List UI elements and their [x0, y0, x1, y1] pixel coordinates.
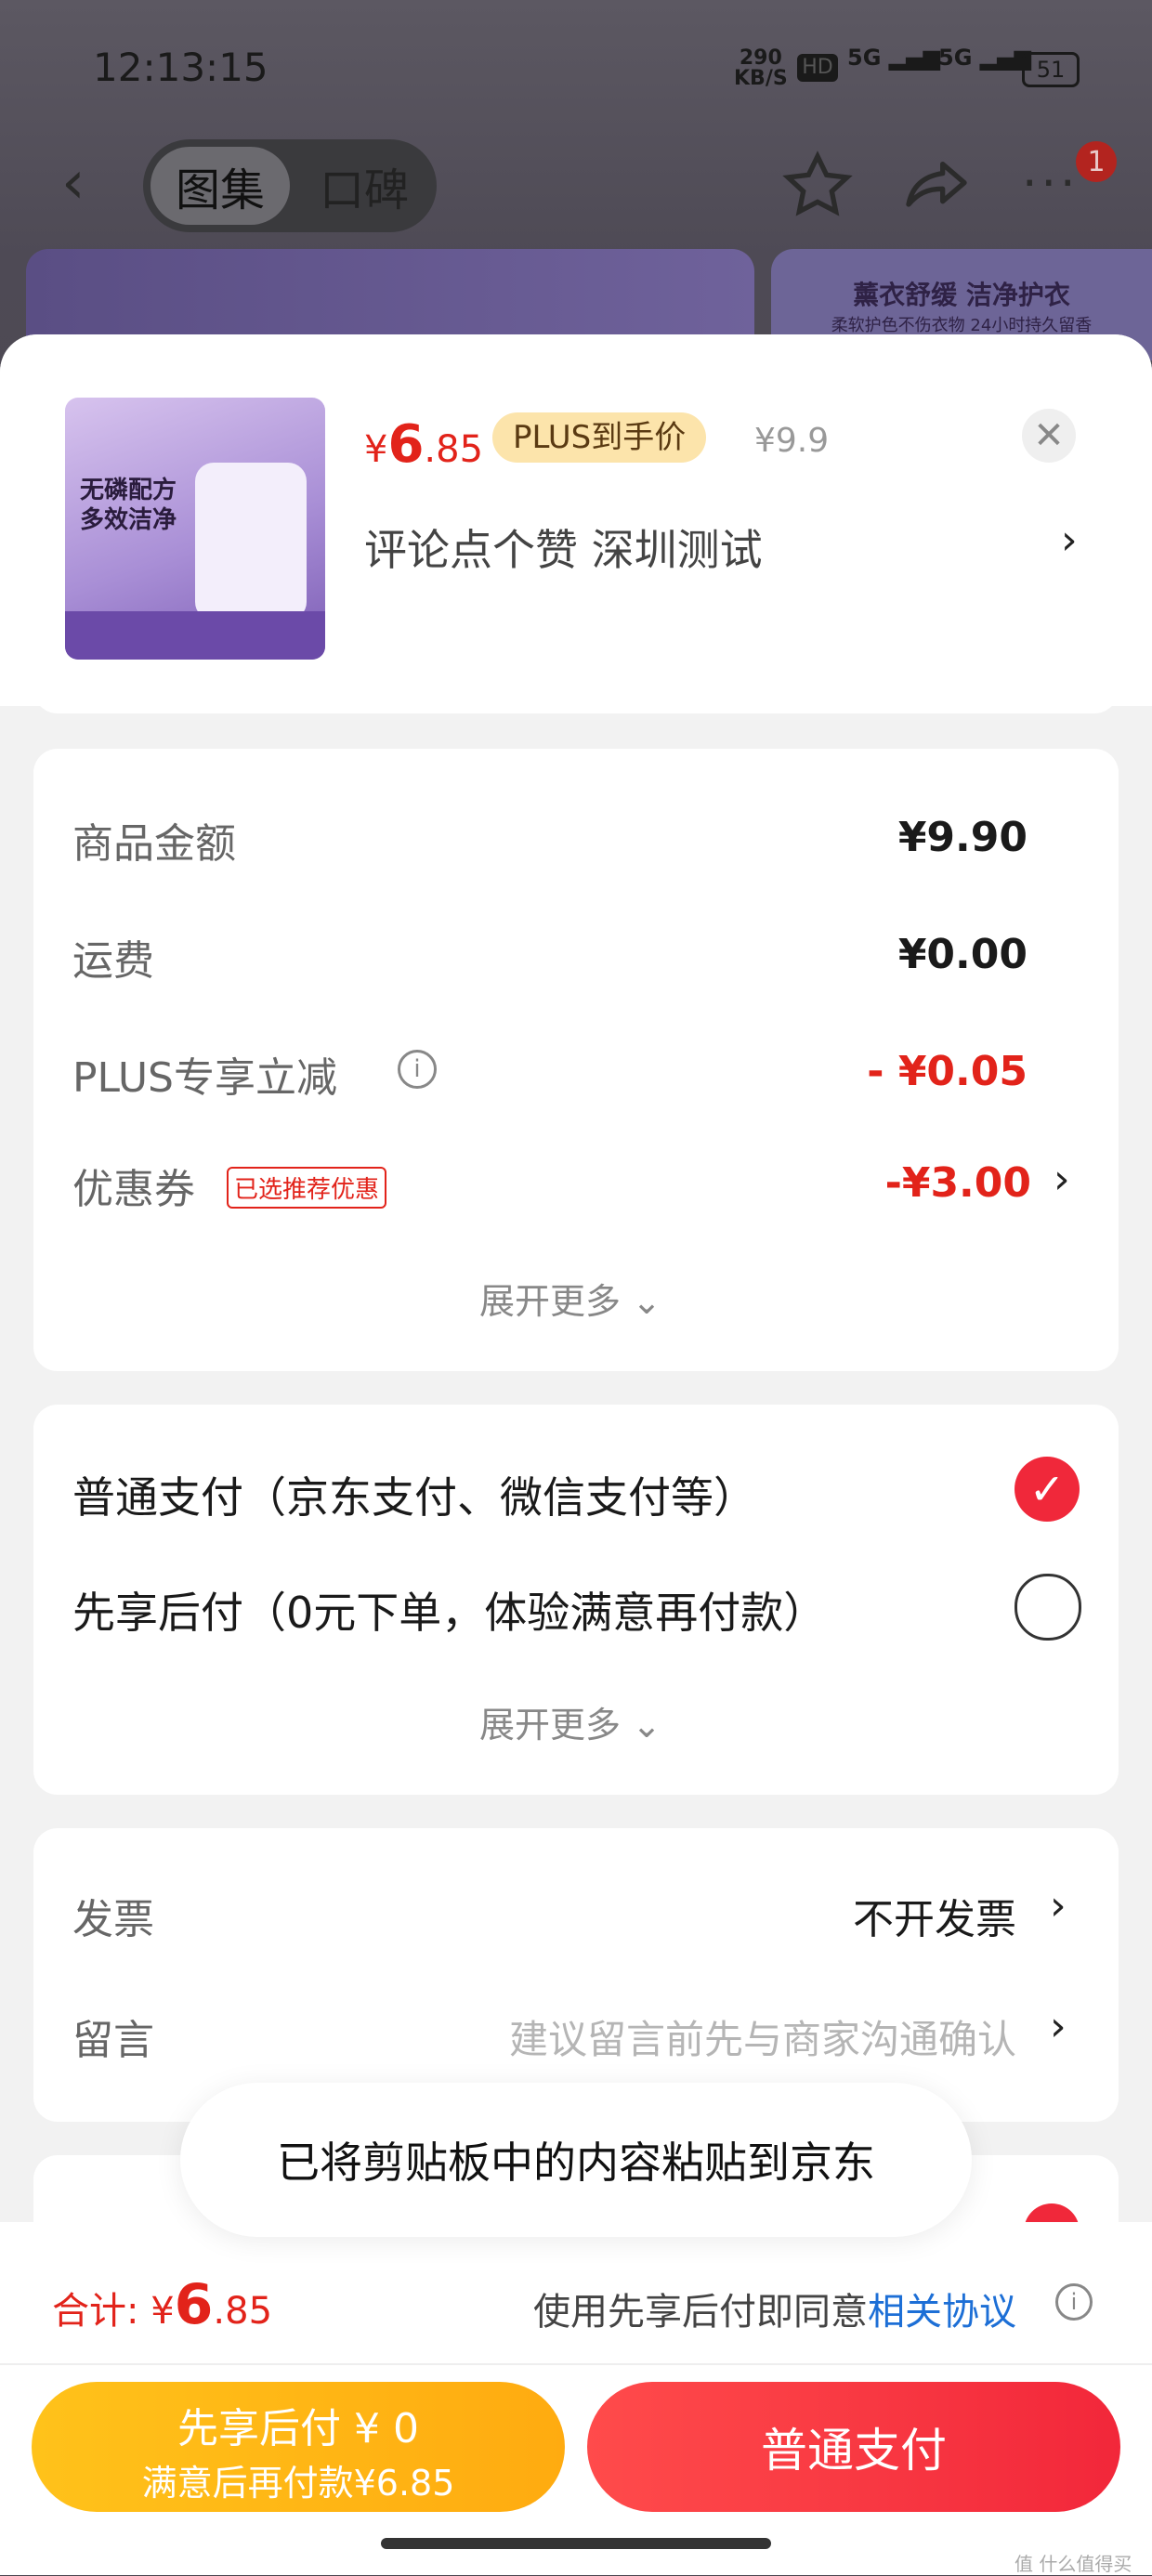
- amount-expand-label: 展开更多: [479, 1281, 622, 1322]
- notification-badge: 1: [1076, 141, 1117, 182]
- chevron-down-icon: ⌄: [632, 1281, 661, 1322]
- spec-chevron-icon[interactable]: ›: [1061, 517, 1078, 564]
- coupon-tag: 已选推荐优惠: [227, 1167, 387, 1209]
- original-price: ¥9.9: [754, 422, 830, 460]
- amount-expand-more[interactable]: 展开更多 ⌄: [479, 1273, 661, 1324]
- product-spec[interactable]: 评论点个赞 深圳测试: [364, 517, 763, 578]
- total-symbol: ¥: [151, 2290, 175, 2333]
- info-icon[interactable]: i: [1055, 2283, 1093, 2321]
- signal-2-label: 5G: [938, 45, 973, 71]
- product-image: 无磷配方 多效洁净: [65, 398, 325, 660]
- clipboard-toast: 已将剪贴板中的内容粘贴到京东: [180, 2083, 972, 2237]
- total-price: 合计: ¥6.85: [52, 2272, 272, 2337]
- info-icon[interactable]: i: [398, 1050, 437, 1089]
- total-label: 合计:: [52, 2290, 139, 2333]
- radio-checked-icon[interactable]: ✓: [1015, 1457, 1080, 1522]
- price-dec: .85: [424, 428, 484, 471]
- invoice-value[interactable]: 不开发票: [853, 1886, 1016, 1945]
- chevron-down-icon: ⌄: [632, 1705, 661, 1746]
- address-card-edge: [33, 689, 1119, 713]
- status-net-speed-value: 290: [739, 46, 782, 70]
- payment-expand-more[interactable]: 展开更多 ⌄: [479, 1696, 661, 1747]
- back-icon[interactable]: ‹: [61, 149, 85, 217]
- invoice-label: 发票: [72, 1896, 154, 1943]
- signal-icon-1: 5G ▂▄▆: [847, 45, 941, 71]
- pay-later-button[interactable]: 先享后付 ¥ 0 满意后再付款¥6.85: [32, 2382, 565, 2512]
- radio-unchecked-icon[interactable]: [1015, 1574, 1081, 1641]
- lavender-strip: [65, 611, 325, 660]
- status-net-speed: 290 KB/S: [734, 48, 788, 89]
- divider: [0, 2363, 1152, 2365]
- home-indicator[interactable]: [381, 2538, 771, 2549]
- bg-banner-line2: 柔软护色不伤衣物 24小时持久留香: [831, 316, 1093, 335]
- bg-banner-line1: 薰衣舒缓 洁净护衣: [853, 280, 1070, 310]
- shipping-value: ¥0.00: [897, 931, 1028, 978]
- tab-reviews[interactable]: 口碑: [295, 147, 433, 225]
- product-image-line1: 无磷配方: [80, 477, 177, 504]
- total-int: 6: [174, 2272, 214, 2337]
- pay-later-line1: 先享后付 ¥ 0: [177, 2405, 419, 2452]
- product-image-line2: 多效洁净: [80, 506, 177, 534]
- agreement-prefix: 使用先享后付即同意: [533, 2291, 868, 2334]
- coupon-value[interactable]: -¥3.00: [885, 1159, 1031, 1207]
- payment-option-normal[interactable]: 普通支付（京东支付、微信支付等）: [72, 1464, 756, 1525]
- payment-expand-label: 展开更多: [479, 1705, 622, 1746]
- message-chevron-icon[interactable]: ›: [1050, 2003, 1067, 2050]
- agreement-link[interactable]: 相关协议: [868, 2291, 1016, 2334]
- battery-icon: 51: [1022, 52, 1080, 87]
- pay-later-line2: 满意后再付款¥6.85: [141, 2463, 455, 2504]
- agreement-text: 使用先享后付即同意相关协议: [533, 2282, 1016, 2335]
- message-input[interactable]: 建议留言前先与商家沟通确认: [509, 2008, 1016, 2065]
- signal-1-label: 5G: [847, 45, 882, 71]
- price-symbol: ¥: [364, 428, 388, 471]
- message-label: 留言: [72, 2017, 154, 2064]
- close-icon[interactable]: ✕: [1022, 409, 1076, 463]
- more-icon[interactable]: ···: [1022, 156, 1080, 212]
- product-bottle: [195, 463, 307, 621]
- status-time: 12:13:15: [93, 45, 268, 90]
- hd-icon: HD: [797, 54, 838, 82]
- status-net-speed-unit: KB/S: [734, 67, 788, 90]
- star-icon[interactable]: [780, 149, 855, 227]
- plus-price-tag: PLUS到手价: [492, 412, 707, 463]
- pay-normal-button[interactable]: 普通支付: [587, 2382, 1120, 2512]
- goods-amount-value: ¥9.90: [897, 814, 1028, 861]
- plus-discount-label: PLUS专享立减: [72, 1054, 337, 1102]
- watermark: 值 什么值得买: [1015, 2553, 1132, 2575]
- payment-option-later[interactable]: 先享后付（0元下单，体验满意再付款）: [72, 1579, 826, 1641]
- tab-gallery[interactable]: 图集: [151, 147, 290, 225]
- share-icon[interactable]: [899, 149, 974, 227]
- invoice-chevron-icon[interactable]: ›: [1050, 1882, 1067, 1929]
- goods-amount-label: 商品金额: [72, 820, 236, 868]
- extras-card: [33, 1828, 1119, 2122]
- plus-discount-value: - ¥0.05: [867, 1048, 1028, 1095]
- signal-icon-2: 5G ▂▄▆: [938, 45, 1032, 71]
- price-int: 6: [387, 414, 425, 475]
- coupon-label: 优惠券: [72, 1166, 195, 1213]
- shipping-label: 运费: [72, 937, 154, 985]
- coupon-chevron-icon[interactable]: ›: [1054, 1156, 1070, 1203]
- total-dec: .85: [213, 2290, 273, 2333]
- product-price: ¥6.85: [364, 414, 483, 475]
